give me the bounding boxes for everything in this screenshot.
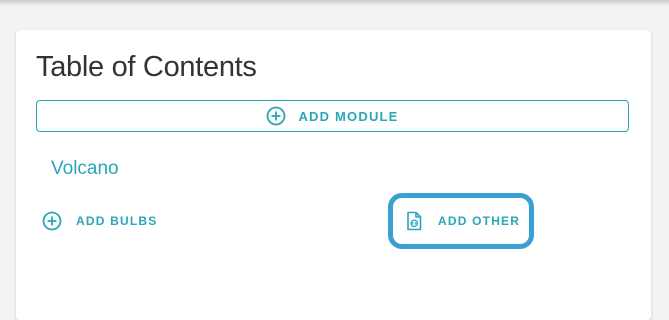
add-module-button[interactable]: ADD MODULE <box>36 100 629 132</box>
plus-circle-icon <box>266 106 286 126</box>
top-bar-shadow <box>0 0 669 6</box>
add-other-label: ADD OTHER <box>438 214 521 228</box>
file-code-icon <box>406 211 422 231</box>
page-title: Table of Contents <box>36 51 257 83</box>
plus-circle-icon <box>42 211 62 231</box>
add-module-label: ADD MODULE <box>298 108 399 124</box>
add-other-button[interactable]: ADD OTHER <box>406 211 520 231</box>
add-bulbs-button[interactable]: ADD BULBS <box>42 211 157 231</box>
toc-card: Table of Contents ADD MODULE Volcano ADD… <box>16 30 651 320</box>
module-item-volcano[interactable]: Volcano <box>51 158 119 180</box>
add-bulbs-label: ADD BULBS <box>76 214 158 228</box>
